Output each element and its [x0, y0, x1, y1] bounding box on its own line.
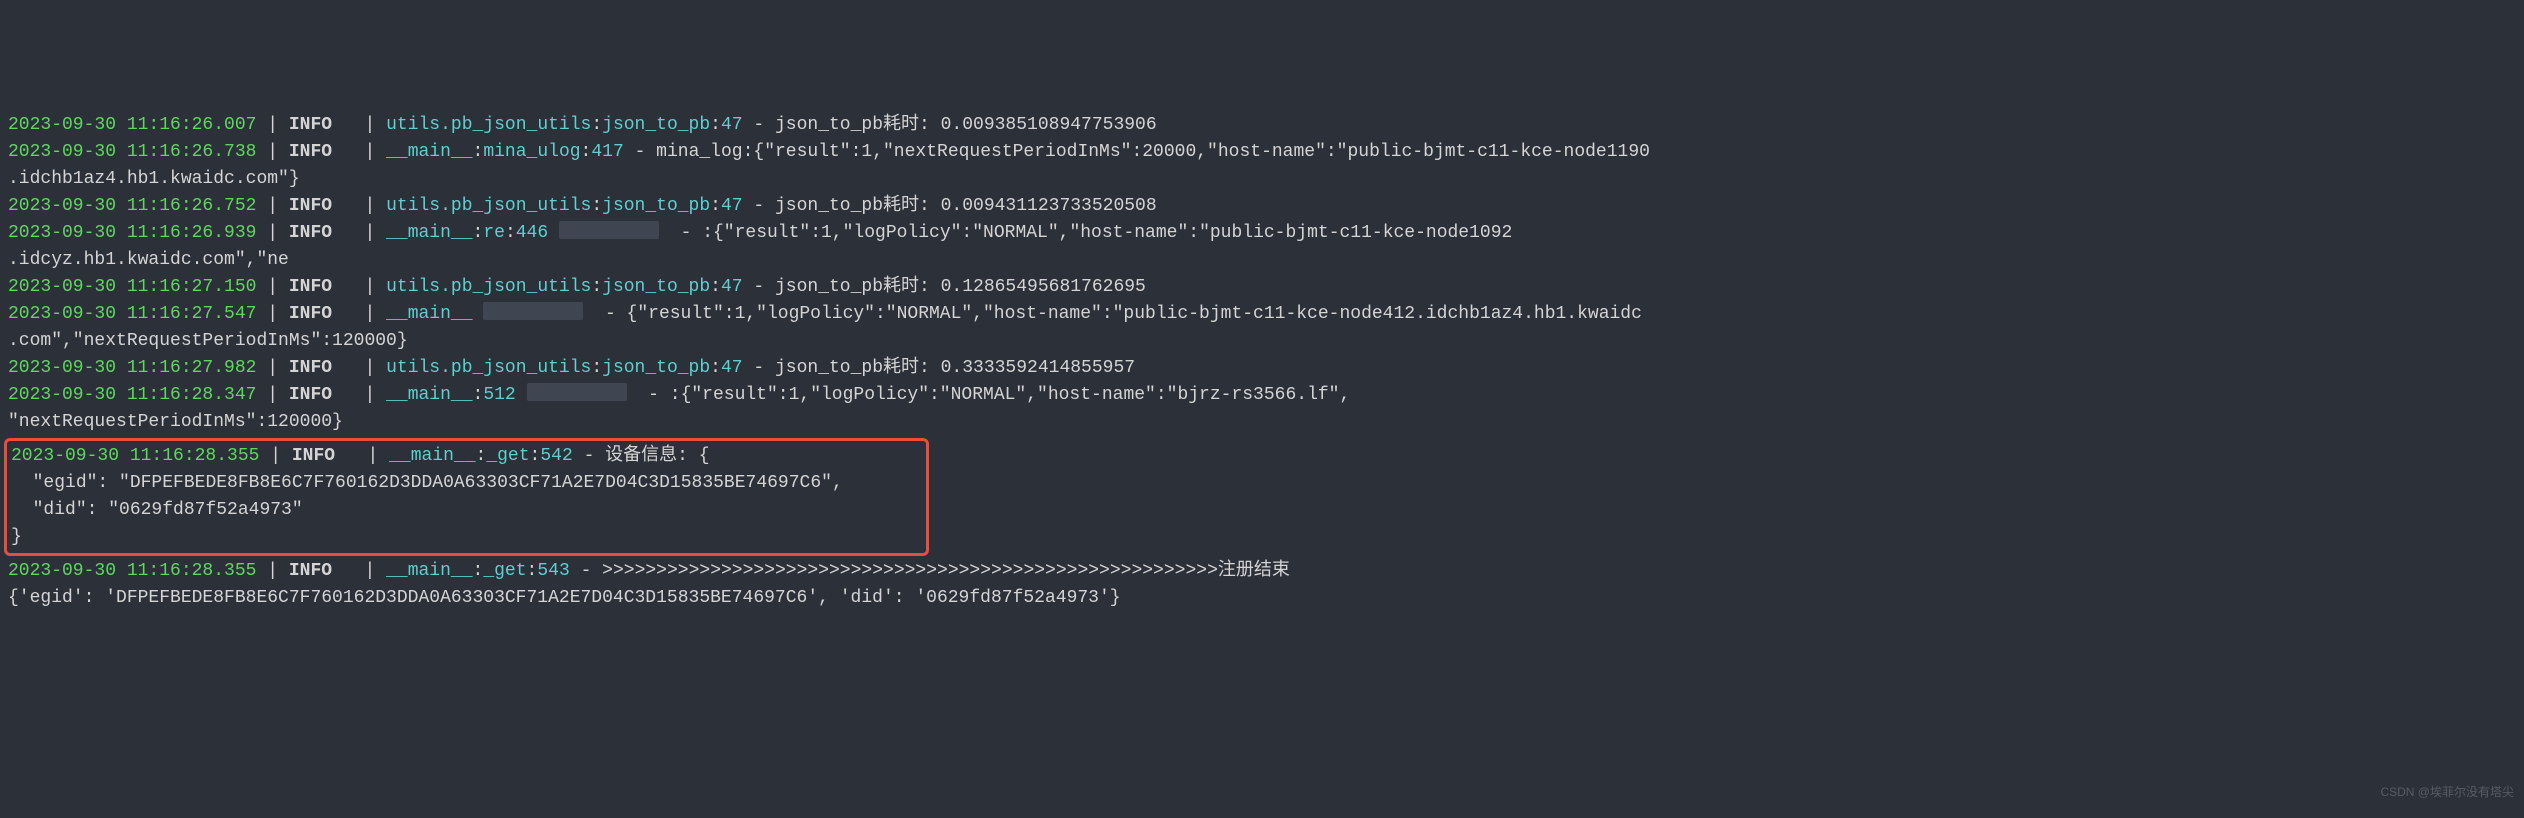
- log-message: mina_log:{"result":1,"nextRequestPeriodI…: [656, 142, 1650, 162]
- timestamp: 2023-09-30 11:16:28.355: [8, 561, 256, 581]
- log-message: json_to_pb耗时: 0.009431123733520508: [775, 196, 1157, 216]
- log-output: 2023-09-30 11:16:26.007 | INFO | utils.p…: [8, 112, 2516, 612]
- device-info-body: }: [11, 524, 922, 551]
- log-level: INFO: [289, 385, 332, 405]
- log-line-continuation: .idcyz.hb1.kwaidc.com","ne: [8, 247, 2516, 274]
- timestamp: 2023-09-30 11:16:26.738: [8, 142, 256, 162]
- log-line: 2023-09-30 11:16:26.007 | INFO | utils.p…: [8, 112, 2516, 139]
- function-name: json_to_pb: [602, 277, 710, 297]
- module-name: __main__: [386, 223, 472, 243]
- log-level: INFO: [289, 142, 332, 162]
- log-message: json_to_pb耗时: 0.3333592414855957: [775, 358, 1135, 378]
- log-line-continuation: .idchb1az4.hb1.kwaidc.com"}: [8, 166, 2516, 193]
- timestamp: 2023-09-30 11:16:26.007: [8, 115, 256, 135]
- line-number: 446: [516, 223, 548, 243]
- device-info-body: "did": "0629fd87f52a4973": [11, 497, 922, 524]
- log-message-continuation: .com","nextRequestPeriodInMs":120000}: [8, 331, 408, 351]
- line-number: 47: [721, 115, 743, 135]
- log-level: INFO: [289, 115, 332, 135]
- watermark: CSDN @埃菲尔没有塔尖: [2380, 783, 2514, 801]
- log-level: INFO: [289, 223, 332, 243]
- module-name: __main__: [386, 304, 472, 324]
- log-level: INFO: [292, 446, 335, 466]
- final-dict-output: {'egid': 'DFPEFBEDE8FB8E6C7F760162D3DDA0…: [8, 585, 2516, 612]
- log-message: json_to_pb耗时: 0.12865495681762695: [775, 277, 1146, 297]
- function-name: json_to_pb: [602, 115, 710, 135]
- log-level: INFO: [289, 304, 332, 324]
- log-line: 2023-09-30 11:16:28.355 | INFO | __main_…: [8, 558, 2516, 585]
- log-message-continuation: "nextRequestPeriodInMs":120000}: [8, 412, 343, 432]
- log-message-continuation: .idcyz.hb1.kwaidc.com","ne: [8, 250, 289, 270]
- module-name: __main__: [389, 446, 475, 466]
- redacted-smudge: [483, 302, 583, 320]
- log-line-continuation: "nextRequestPeriodInMs":120000}: [8, 409, 2516, 436]
- timestamp: 2023-09-30 11:16:27.547: [8, 304, 256, 324]
- module-name: __main__: [386, 385, 472, 405]
- log-message: {"result":1,"logPolicy":"NORMAL","host-n…: [627, 304, 1642, 324]
- log-level: INFO: [289, 358, 332, 378]
- line-number: 542: [540, 446, 572, 466]
- highlighted-log-block: 2023-09-30 11:16:28.355 | INFO | __main_…: [4, 438, 929, 556]
- log-line: 2023-09-30 11:16:26.752 | INFO | utils.p…: [8, 193, 2516, 220]
- function-name: _get: [486, 446, 529, 466]
- line-number: 543: [537, 561, 569, 581]
- log-message: json_to_pb耗时: 0.009385108947753906: [775, 115, 1157, 135]
- log-line: 2023-09-30 11:16:27.547 | INFO | __main_…: [8, 301, 2516, 328]
- function-name: _get: [483, 561, 526, 581]
- module-name: utils.pb_json_utils: [386, 277, 591, 297]
- function-name: json_to_pb: [602, 196, 710, 216]
- log-line: 2023-09-30 11:16:28.355 | INFO | __main_…: [11, 443, 922, 470]
- log-level: INFO: [289, 196, 332, 216]
- log-message: :{"result":1,"logPolicy":"NORMAL","host-…: [670, 385, 1351, 405]
- log-message: :{"result":1,"logPolicy":"NORMAL","host-…: [702, 223, 1512, 243]
- log-line: 2023-09-30 11:16:27.982 | INFO | utils.p…: [8, 355, 2516, 382]
- log-line: 2023-09-30 11:16:26.738 | INFO | __main_…: [8, 139, 2516, 166]
- module-name: utils.pb_json_utils: [386, 358, 591, 378]
- function-name: mina_ulog: [483, 142, 580, 162]
- module-name: __main__: [386, 561, 472, 581]
- redacted-smudge: [527, 383, 627, 401]
- timestamp: 2023-09-30 11:16:27.150: [8, 277, 256, 297]
- device-info-body: "egid": "DFPEFBEDE8FB8E6C7F760162D3DDA0A…: [11, 470, 922, 497]
- log-level: INFO: [289, 561, 332, 581]
- line-number: 47: [721, 358, 743, 378]
- timestamp: 2023-09-30 11:16:28.347: [8, 385, 256, 405]
- function-name: re: [483, 223, 505, 243]
- timestamp: 2023-09-30 11:16:26.939: [8, 223, 256, 243]
- log-level: INFO: [289, 277, 332, 297]
- line-number: 417: [591, 142, 623, 162]
- timestamp: 2023-09-30 11:16:28.355: [11, 446, 259, 466]
- redacted-smudge: [559, 221, 659, 239]
- device-info-header: 设备信息: {: [605, 446, 709, 466]
- function-name: json_to_pb: [602, 358, 710, 378]
- line-number: 47: [721, 196, 743, 216]
- module-name: __main__: [386, 142, 472, 162]
- line-number: 47: [721, 277, 743, 297]
- register-end-message: >>>>>>>>>>>>>>>>>>>>>>>>>>>>>>>>>>>>>>>>…: [602, 561, 1290, 581]
- module-name: utils.pb_json_utils: [386, 196, 591, 216]
- timestamp: 2023-09-30 11:16:27.982: [8, 358, 256, 378]
- log-line: 2023-09-30 11:16:28.347 | INFO | __main_…: [8, 382, 2516, 409]
- log-line-continuation: .com","nextRequestPeriodInMs":120000}: [8, 328, 2516, 355]
- log-line: 2023-09-30 11:16:26.939 | INFO | __main_…: [8, 220, 2516, 247]
- log-message-continuation: .idchb1az4.hb1.kwaidc.com"}: [8, 169, 300, 189]
- module-name: utils.pb_json_utils: [386, 115, 591, 135]
- timestamp: 2023-09-30 11:16:26.752: [8, 196, 256, 216]
- log-line: 2023-09-30 11:16:27.150 | INFO | utils.p…: [8, 274, 2516, 301]
- line-number: 512: [483, 385, 515, 405]
